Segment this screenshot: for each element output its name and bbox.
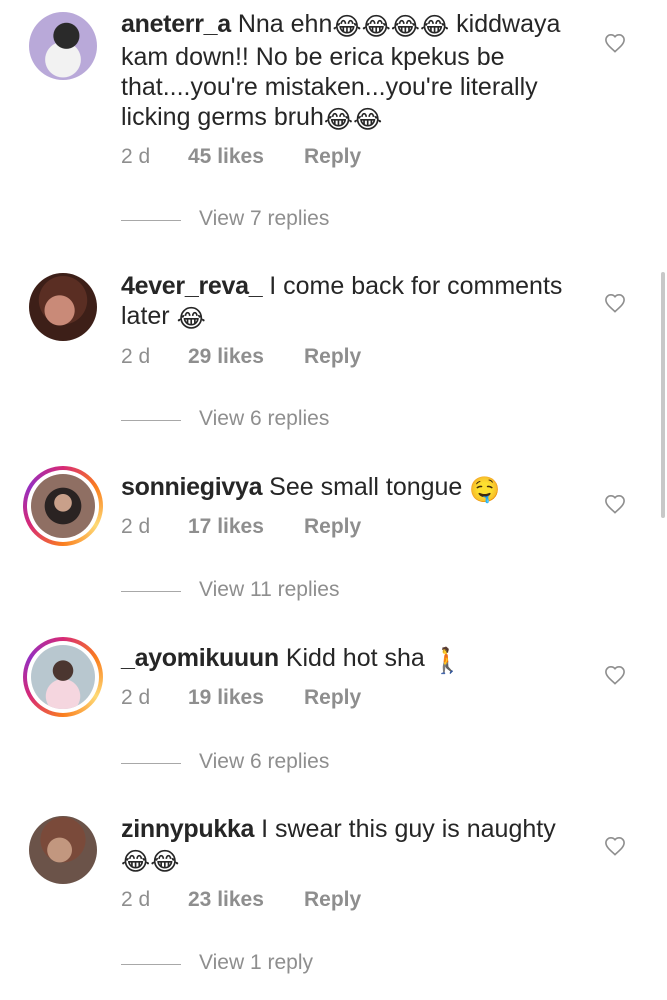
heart-outline-icon[interactable] xyxy=(604,33,626,53)
scrollbar[interactable] xyxy=(661,272,665,518)
avatar[interactable] xyxy=(23,466,103,546)
comment-text: See small tongue xyxy=(269,473,463,501)
heart-outline-icon[interactable] xyxy=(604,836,626,856)
comment-body: zinnypukka I swear this guy is naughty 😂… xyxy=(121,814,591,877)
reply-button[interactable]: Reply xyxy=(304,515,361,539)
divider xyxy=(121,763,181,764)
comment-time: 2 d xyxy=(121,686,151,709)
comment-likes[interactable]: 29 likes xyxy=(188,345,264,369)
comment-body: 4ever_reva_ I come back for comments lat… xyxy=(121,271,591,334)
comment-username[interactable]: sonniegivya xyxy=(121,473,263,501)
comment-time: 2 d xyxy=(121,345,151,368)
comment-body: _ayomikuuun Kidd hot sha 🚶 xyxy=(121,643,591,676)
comment-text: I swear this guy is naughty xyxy=(261,815,556,843)
comment-time: 2 d xyxy=(121,888,151,911)
view-replies-button[interactable]: View 6 replies xyxy=(121,407,421,433)
reply-button[interactable]: Reply xyxy=(304,888,361,912)
view-replies-label: View 6 replies xyxy=(199,750,330,773)
comment-username[interactable]: zinnypukka xyxy=(121,815,254,843)
laughing-emoji: 😂😂 xyxy=(121,848,180,876)
view-replies-button[interactable]: View 7 replies xyxy=(121,207,421,233)
avatar[interactable] xyxy=(29,12,97,80)
view-replies-label: View 7 replies xyxy=(199,207,330,230)
avatar[interactable] xyxy=(23,637,103,717)
divider xyxy=(121,591,181,592)
laughing-emoji: 😂😂 xyxy=(323,106,383,134)
comment-likes[interactable]: 45 likes xyxy=(188,145,264,169)
view-replies-button[interactable]: View 1 reply xyxy=(121,951,421,977)
view-replies-button[interactable]: View 11 replies xyxy=(121,578,421,604)
comment-body: aneterr_a Nna ehn😂😂😂😂 kiddwaya kam down!… xyxy=(121,9,591,135)
view-replies-button[interactable]: View 6 replies xyxy=(121,750,421,776)
walking-emoji: 🚶 xyxy=(431,647,463,675)
comment-time: 2 d xyxy=(121,145,151,168)
divider xyxy=(121,220,181,221)
reply-button[interactable]: Reply xyxy=(304,145,361,169)
comment-likes[interactable]: 19 likes xyxy=(188,686,264,710)
comment-time: 2 d xyxy=(121,515,151,538)
drooling-emoji: 🤤 xyxy=(469,476,501,504)
laughing-emoji: 😂😂😂😂 xyxy=(332,13,450,41)
comment-username[interactable]: 4ever_reva_ xyxy=(121,272,263,300)
divider xyxy=(121,964,181,965)
avatar[interactable] xyxy=(29,816,97,884)
avatar[interactable] xyxy=(29,273,97,341)
view-replies-label: View 1 reply xyxy=(199,951,314,974)
comment-likes[interactable]: 23 likes xyxy=(188,888,264,912)
comment-body: sonniegivya See small tongue 🤤 xyxy=(121,472,591,505)
laughing-emoji: 😂 xyxy=(176,305,206,333)
view-replies-label: View 6 replies xyxy=(199,407,330,430)
comment-likes[interactable]: 17 likes xyxy=(188,515,264,539)
heart-outline-icon[interactable] xyxy=(604,665,626,685)
heart-outline-icon[interactable] xyxy=(604,293,626,313)
view-replies-label: View 11 replies xyxy=(199,578,340,601)
comment-text: Kidd hot sha xyxy=(285,644,425,672)
reply-button[interactable]: Reply xyxy=(304,345,361,369)
comment-text: Nna ehn xyxy=(237,10,333,38)
comment-username[interactable]: _ayomikuuun xyxy=(121,644,279,672)
heart-outline-icon[interactable] xyxy=(604,494,626,514)
reply-button[interactable]: Reply xyxy=(304,686,361,710)
comment-username[interactable]: aneterr_a xyxy=(121,10,231,38)
divider xyxy=(121,420,181,421)
